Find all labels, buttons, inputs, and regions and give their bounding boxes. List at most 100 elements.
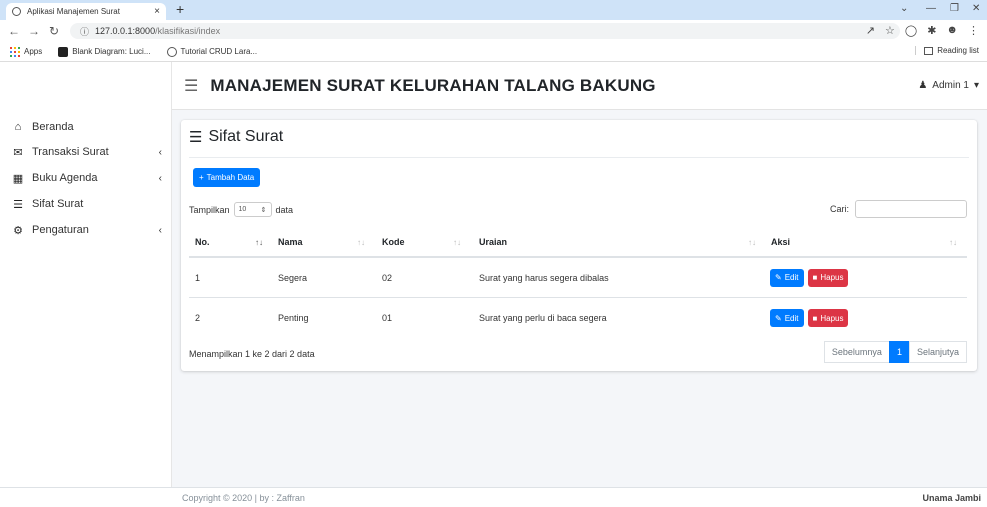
reading-list-button[interactable]: Reading list <box>915 46 979 55</box>
bookmark-label: Tutorial CRUD Lara... <box>180 47 258 56</box>
header-uraian[interactable]: Uraian <box>479 228 507 256</box>
sort-asc-icon[interactable]: ↑↓ <box>255 238 263 247</box>
cell-kode: 02 <box>382 272 393 283</box>
top-navbar: ☰ MANAJEMEN SURAT KELURAHAN TALANG BAKUN… <box>172 62 987 110</box>
url-path: /klasifikasi/index <box>155 26 221 36</box>
user-name: Admin 1 <box>932 80 969 91</box>
profile-icon[interactable]: ☻ <box>946 24 958 37</box>
extensions-icon[interactable]: ✱ <box>927 24 936 37</box>
bookmark-lucid[interactable]: Blank Diagram: Luci... <box>58 46 151 57</box>
chevron-left-icon: ‹ <box>158 172 162 184</box>
header-no[interactable]: No. <box>195 228 210 256</box>
forward-icon[interactable]: → <box>28 24 40 38</box>
address-bar-row: ← → ↻ ⓘ 127.0.0.1:8000/klasifikasi/index… <box>0 20 987 42</box>
star-icon[interactable]: ☆ <box>885 24 895 37</box>
chevron-left-icon: ‹ <box>158 146 162 158</box>
tab-title: Aplikasi Manajemen Surat <box>27 7 120 16</box>
share-icon[interactable]: ↗ <box>866 24 875 37</box>
cell-aksi: ✎ Edit ■ Hapus <box>770 258 849 297</box>
back-icon[interactable]: ← <box>8 24 20 38</box>
edit-label: Edit <box>784 313 799 323</box>
url-field[interactable]: ⓘ 127.0.0.1:8000/klasifikasi/index <box>70 23 900 39</box>
pagination-page-1[interactable]: 1 <box>888 341 910 363</box>
table-header: No. ↑↓ Nama ↑↓ Kode ↑↓ Uraian ↑↓ Aksi ↑↓ <box>189 228 967 258</box>
bookmark-tutorial[interactable]: Tutorial CRUD Lara... <box>166 46 258 57</box>
delete-label: Hapus <box>820 313 844 323</box>
sort-icon[interactable]: ↑↓ <box>357 238 365 247</box>
sidebar-item-pengaturan[interactable]: ⚙ Pengaturan ‹ <box>10 220 162 240</box>
pencil-icon: ✎ <box>775 273 782 282</box>
shield-icon[interactable]: ◯ <box>905 24 917 37</box>
edit-label: Edit <box>784 273 799 282</box>
sort-icon[interactable]: ↑↓ <box>748 238 756 247</box>
sidebar-item-sifat-surat[interactable]: ☰ Sifat Surat <box>10 194 162 214</box>
footer-brand: Unama Jambi <box>922 492 981 503</box>
delete-button[interactable]: ■ Hapus <box>807 268 849 287</box>
page-length-select[interactable]: 10 ⇕ <box>233 202 272 217</box>
search-input[interactable] <box>855 200 967 218</box>
pagination-previous[interactable]: Sebelumnya <box>823 341 890 363</box>
page-title: Sifat Surat <box>208 128 284 145</box>
sidebar-item-label: Transaksi Surat <box>32 146 109 158</box>
sort-icon[interactable]: ↑↓ <box>453 238 461 247</box>
browser-tab[interactable]: Aplikasi Manajemen Surat × <box>6 3 166 20</box>
minimize-icon[interactable]: — <box>926 3 936 14</box>
data-table: No. ↑↓ Nama ↑↓ Kode ↑↓ Uraian ↑↓ Aksi ↑↓… <box>189 228 967 338</box>
tab-close-icon[interactable]: × <box>154 6 160 17</box>
divider <box>189 157 969 158</box>
updown-icon: ⇕ <box>260 206 267 214</box>
cell-uraian: Surat yang harus segera dibalas <box>479 272 609 283</box>
page-title-row: ☰ Sifat Surat <box>189 128 283 146</box>
delete-button[interactable]: ■ Hapus <box>807 309 849 327</box>
cell-aksi: ✎ Edit ■ Hapus <box>770 298 849 338</box>
book-icon: ▦ <box>12 172 24 185</box>
home-icon: ⌂ <box>14 121 22 133</box>
plus-icon: + <box>199 173 204 182</box>
url-host: 127.0.0.1:8000 <box>95 26 156 36</box>
close-window-icon[interactable]: ✕ <box>972 3 980 14</box>
bookmark-label: Apps <box>24 47 43 56</box>
restore-icon[interactable]: ❐ <box>950 3 959 14</box>
hamburger-icon[interactable]: ☰ <box>184 76 198 96</box>
info-icon[interactable]: ⓘ <box>80 25 89 38</box>
add-data-button[interactable]: + Tambah Data <box>193 168 261 187</box>
sidebar-item-transaksi-surat[interactable]: ✉ Transaksi Surat ‹ <box>10 142 162 162</box>
page-length-control: Tampilkan 10 ⇕ data <box>189 202 293 217</box>
pagination: Sebelumnya 1 Selanjutya <box>823 341 967 363</box>
content-card: ☰ Sifat Surat + Tambah Data Tampilkan 10… <box>181 120 977 371</box>
reload-icon[interactable]: ↻ <box>48 24 60 38</box>
table-row: 2 Penting 01 Surat yang perlu di baca se… <box>189 298 967 338</box>
sidebar-item-beranda[interactable]: ⌂ Beranda <box>10 117 162 137</box>
sidebar: ⌂ Beranda ✉ Transaksi Surat ‹ ▦ Buku Age… <box>0 62 172 487</box>
table-row: 1 Segera 02 Surat yang harus segera diba… <box>189 258 967 298</box>
user-menu[interactable]: ♟ Admin 1 ▾ <box>918 80 979 91</box>
cell-kode: 01 <box>382 313 393 323</box>
globe-icon <box>12 7 21 16</box>
edit-button[interactable]: ✎ Edit <box>770 268 804 287</box>
footer: Copyright © 2020 | by : Zaffran Unama Ja… <box>172 487 987 507</box>
pagination-next[interactable]: Selanjutya <box>908 341 967 363</box>
trash-icon: ■ <box>812 273 818 282</box>
reading-list-label: Reading list <box>937 46 979 55</box>
sidebar-item-buku-agenda[interactable]: ▦ Buku Agenda ‹ <box>10 168 162 188</box>
chevron-left-icon: ‹ <box>158 224 162 236</box>
user-icon: ♟ <box>918 80 928 91</box>
bookmark-label: Blank Diagram: Luci... <box>72 47 151 56</box>
edit-button[interactable]: ✎ Edit <box>770 309 804 327</box>
new-tab-button[interactable]: + <box>176 1 184 17</box>
cell-nama: Penting <box>278 313 309 323</box>
header-kode[interactable]: Kode <box>382 228 405 256</box>
header-nama[interactable]: Nama <box>278 228 303 256</box>
sort-icon[interactable]: ↑↓ <box>949 238 957 247</box>
bookmark-apps[interactable]: Apps <box>10 46 43 57</box>
caret-down-icon: ▾ <box>973 80 979 91</box>
sidebar-item-label: Beranda <box>32 121 74 133</box>
mail-icon: ✉ <box>13 146 23 159</box>
reading-list-icon <box>924 46 934 55</box>
trash-icon: ■ <box>812 313 818 323</box>
search-control: Cari: <box>830 200 967 218</box>
page-length-value: 10 <box>238 206 247 213</box>
cell-no: 1 <box>195 272 201 283</box>
menu-kebab-icon[interactable]: ⋮ <box>968 24 979 37</box>
chevron-down-icon[interactable]: ⌄ <box>900 3 908 14</box>
